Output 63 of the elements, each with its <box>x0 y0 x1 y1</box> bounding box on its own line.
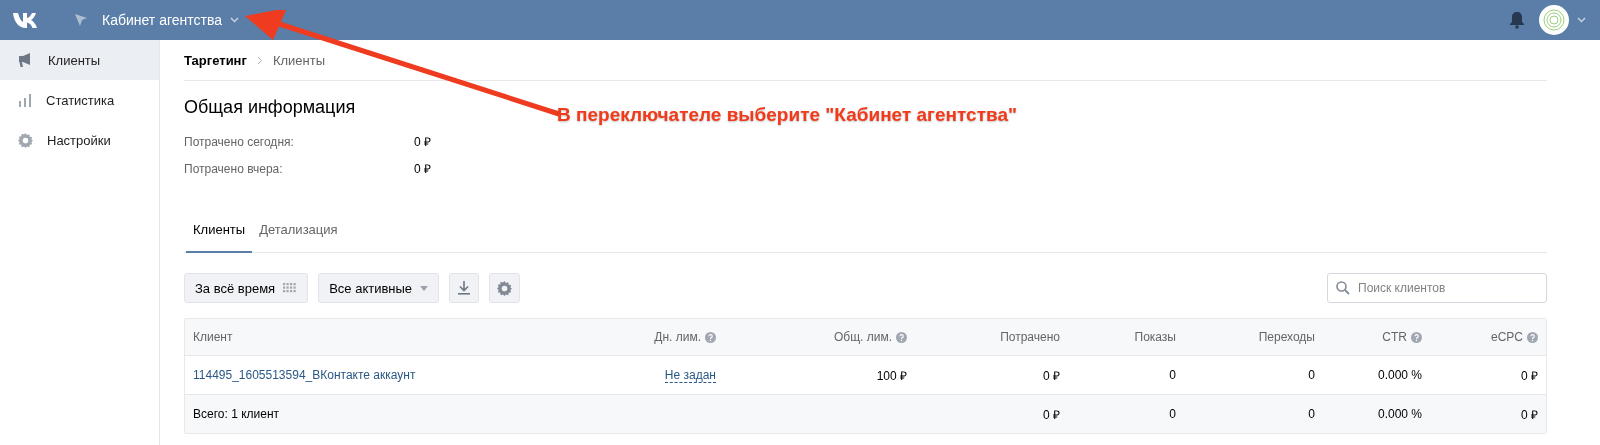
column-header: Дн. лим. <box>654 330 701 344</box>
table-cell-text: 0.000 % <box>1376 368 1423 382</box>
total-cell-text: 0 ₽ <box>1042 406 1061 423</box>
table-cell-text: 0 ₽ <box>1520 367 1539 384</box>
info-label: Потрачено сегодня: <box>184 134 295 149</box>
help-icon[interactable] <box>705 331 716 343</box>
help-icon[interactable] <box>1411 331 1422 343</box>
column-header: Показы <box>1134 330 1176 344</box>
help-icon[interactable] <box>1527 331 1538 343</box>
sidebar-item[interactable]: Статистика <box>0 80 159 120</box>
section-title: Общая информация <box>184 97 356 118</box>
column-header: CTR <box>1382 330 1407 344</box>
sidebar-item[interactable]: Клиенты <box>0 40 159 80</box>
table-cell-text: 0 ₽ <box>1042 367 1061 384</box>
total-cell-text: 0 <box>1307 407 1316 421</box>
breadcrumb[interactable]: Таргетинг <box>184 52 247 68</box>
spiral-icon <box>1543 9 1565 31</box>
total-cell-text: 0.000 % <box>1376 407 1423 421</box>
sidebar-item[interactable]: Настройки <box>0 120 159 160</box>
avatar[interactable] <box>1539 5 1569 35</box>
sidebar-label: Настройки <box>47 132 111 148</box>
settings-icon <box>18 132 33 148</box>
tab[interactable]: Клиенты <box>186 212 253 253</box>
table-cell-text: 0 <box>1307 368 1316 382</box>
settings-icon <box>497 280 513 296</box>
bell-icon[interactable] <box>1509 11 1525 29</box>
cabinet-switcher[interactable]: Кабинет агентства <box>102 12 239 28</box>
info-label: Потрачено вчера: <box>184 161 284 176</box>
tab[interactable]: Детализация <box>252 212 345 253</box>
settings-button[interactable] <box>489 273 521 303</box>
chevron-right-icon <box>256 55 263 65</box>
client-link[interactable]: 114495_1605513594_ВКонтакте аккаунт <box>185 368 563 382</box>
info-value: 0 ₽ <box>414 134 431 150</box>
chevron-icon[interactable] <box>1577 17 1586 23</box>
breadcrumb: Клиенты <box>272 52 326 68</box>
cursor-icon <box>74 13 88 27</box>
column-header: Клиент <box>193 330 233 344</box>
period-button[interactable]: За всё время <box>184 273 309 303</box>
search-field[interactable]: Поиск клиентов <box>1327 273 1547 303</box>
info-value: 0 ₽ <box>414 161 431 177</box>
table-cell-text: 100 ₽ <box>875 367 908 384</box>
search-icon <box>1336 281 1350 295</box>
calendar-grid-icon <box>283 283 298 293</box>
caret-icon <box>420 285 429 291</box>
filter-dropdown[interactable]: Все активные <box>318 273 440 303</box>
total-cell-text: Всего: 1 клиент <box>192 407 281 421</box>
help-icon[interactable] <box>896 331 907 343</box>
table-cell-text: 0 <box>1168 368 1177 382</box>
total-cell-text: 0 <box>1168 407 1177 421</box>
annotation-text: В переключателе выберите "Кабинет агентства" <box>557 104 1017 126</box>
download-button[interactable] <box>449 273 480 303</box>
bar-chart-icon <box>18 93 32 107</box>
column-header: Переходы <box>1258 330 1315 344</box>
logo-icon[interactable] <box>12 11 40 29</box>
sidebar-label: Статистика <box>46 92 115 108</box>
column-header: Потрачено <box>1000 330 1060 344</box>
column-header: Общ. лим. <box>833 330 892 344</box>
sidebar-label: Клиенты <box>48 52 101 68</box>
daily-limit-link[interactable]: Не задан <box>664 367 716 383</box>
column-header: eCPC <box>1491 330 1523 344</box>
total-cell-text: 0 ₽ <box>1520 406 1539 423</box>
chevron-icon <box>230 17 239 23</box>
download-icon <box>458 281 471 295</box>
